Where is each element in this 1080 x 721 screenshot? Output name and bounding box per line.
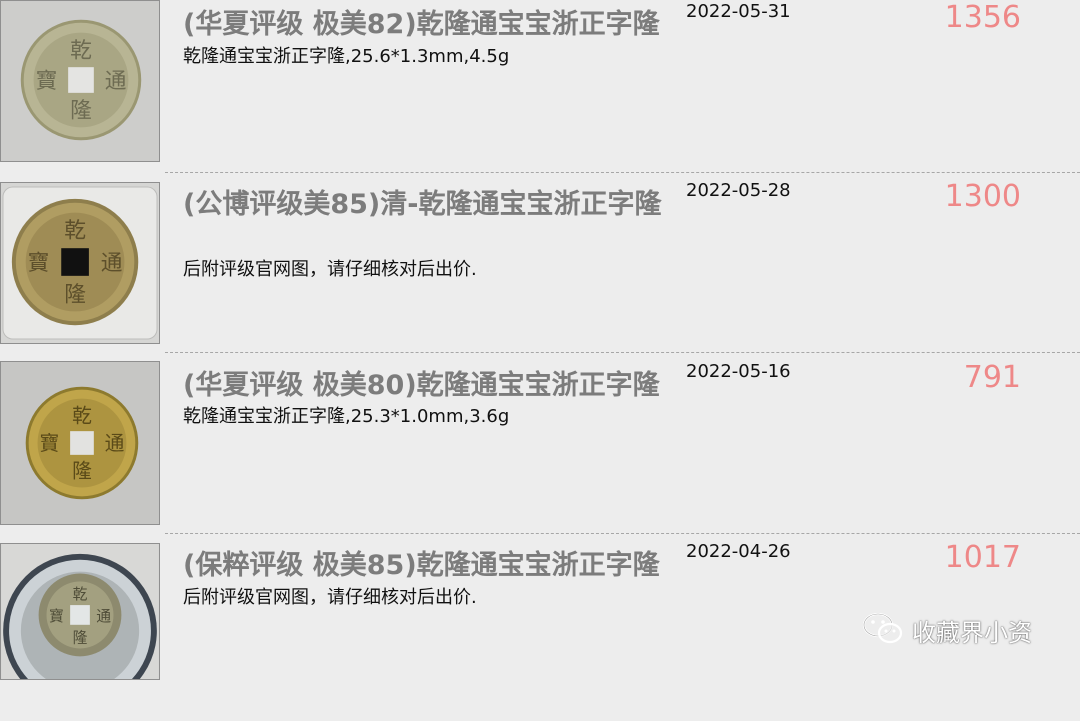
svg-text:乾: 乾 bbox=[73, 586, 88, 603]
listing-date: 2022-05-28 bbox=[686, 180, 791, 201]
listing-date: 2022-05-16 bbox=[686, 361, 791, 382]
listing-title[interactable]: (华夏评级 极美82)乾隆通宝宝浙正字隆 bbox=[183, 9, 683, 41]
svg-text:寶: 寶 bbox=[36, 69, 58, 94]
list-item[interactable]: 乾 隆 寶 通 (华夏评级 极美80)乾隆通宝宝浙正字隆 乾隆通宝宝浙正字隆,2… bbox=[0, 360, 1080, 541]
listing-date: 2022-05-31 bbox=[686, 1, 791, 22]
svg-text:通: 通 bbox=[105, 69, 127, 94]
list-item[interactable]: 乾 隆 寶 通 (华夏评级 极美82)乾隆通宝宝浙正字隆 乾隆通宝宝浙正字隆,2… bbox=[0, 0, 1080, 180]
svg-text:乾: 乾 bbox=[64, 218, 86, 243]
svg-text:隆: 隆 bbox=[73, 630, 88, 647]
listing-price: 791 bbox=[963, 360, 1021, 395]
listing-date: 2022-04-26 bbox=[686, 541, 791, 562]
auction-results-list: 乾 隆 寶 通 (华夏评级 极美82)乾隆通宝宝浙正字隆 乾隆通宝宝浙正字隆,2… bbox=[0, 0, 1080, 680]
watermark: 收藏界小资 bbox=[862, 612, 1032, 648]
row-divider bbox=[165, 533, 1080, 534]
coin-photo-icon[interactable]: 乾 隆 寶 通 bbox=[0, 182, 160, 344]
row-divider bbox=[165, 172, 1080, 173]
listing-title[interactable]: (公博评级美85)清-乾隆通宝宝浙正字隆 bbox=[183, 189, 663, 221]
wechat-icon bbox=[862, 611, 904, 649]
coin-photo-icon[interactable]: 乾 隆 寶 通 bbox=[0, 361, 160, 525]
svg-text:寶: 寶 bbox=[28, 251, 50, 276]
svg-text:通: 通 bbox=[96, 608, 111, 625]
svg-text:隆: 隆 bbox=[72, 460, 92, 483]
svg-text:乾: 乾 bbox=[72, 404, 92, 427]
listing-price: 1356 bbox=[944, 0, 1021, 35]
svg-text:通: 通 bbox=[105, 432, 125, 455]
svg-text:寶: 寶 bbox=[49, 607, 64, 625]
row-divider bbox=[165, 352, 1080, 353]
watermark-text: 收藏界小资 bbox=[912, 618, 1032, 647]
listing-description: 乾隆通宝宝浙正字隆,25.6*1.3mm,4.5g bbox=[183, 46, 510, 67]
svg-text:乾: 乾 bbox=[70, 38, 92, 63]
listing-title[interactable]: (华夏评级 极美80)乾隆通宝宝浙正字隆 bbox=[183, 370, 683, 402]
list-item[interactable]: 乾 隆 寶 通 (公博评级美85)清-乾隆通宝宝浙正字隆 后附评级官网图，请仔细… bbox=[0, 179, 1080, 360]
svg-text:隆: 隆 bbox=[64, 283, 86, 308]
listing-description: 后附评级官网图，请仔细核对后出价. bbox=[183, 587, 477, 608]
listing-price: 1300 bbox=[944, 179, 1021, 214]
svg-text:通: 通 bbox=[101, 251, 123, 276]
listing-title[interactable]: (保粹评级 极美85)乾隆通宝宝浙正字隆 bbox=[183, 550, 683, 582]
listing-description: 后附评级官网图，请仔细核对后出价. bbox=[183, 259, 477, 280]
coin-photo-icon[interactable]: 乾 隆 寶 通 bbox=[0, 543, 160, 680]
svg-text:寶: 寶 bbox=[40, 432, 60, 455]
listing-description: 乾隆通宝宝浙正字隆,25.3*1.0mm,3.6g bbox=[183, 406, 510, 427]
svg-text:隆: 隆 bbox=[70, 99, 92, 124]
coin-photo-icon[interactable]: 乾 隆 寶 通 bbox=[0, 0, 160, 162]
listing-price: 1017 bbox=[944, 540, 1021, 575]
